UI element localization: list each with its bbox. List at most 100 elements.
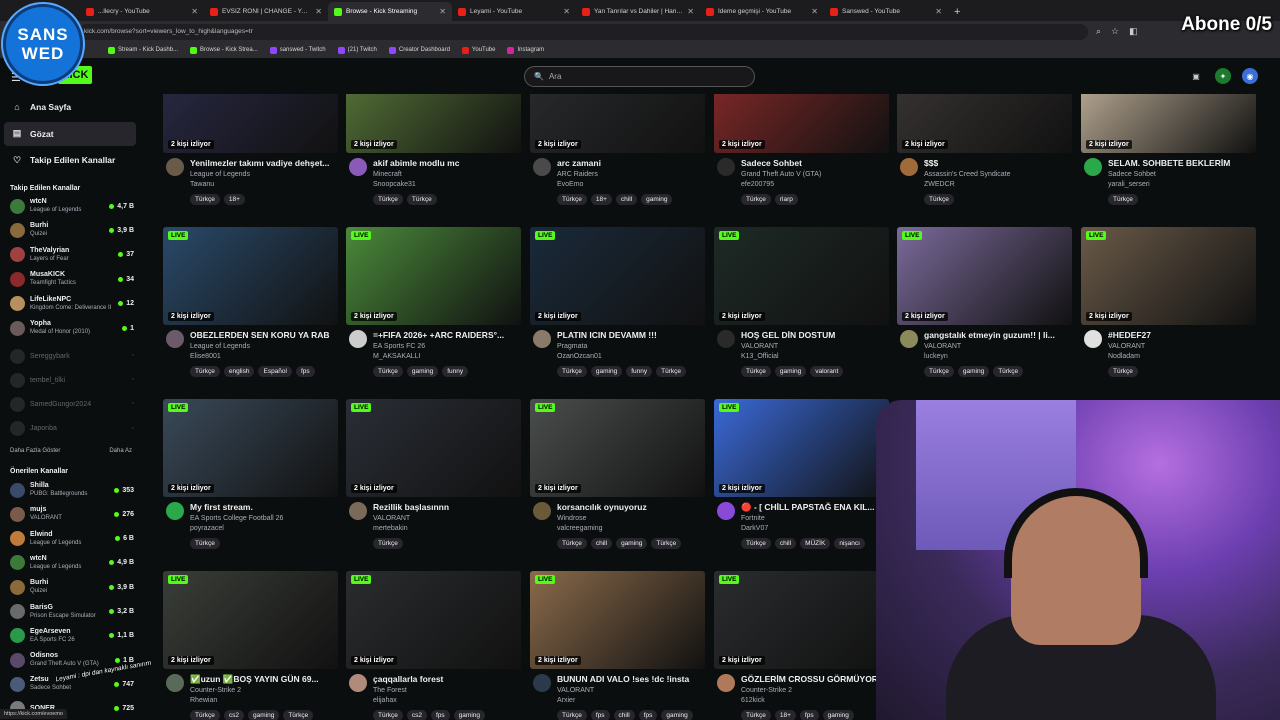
streamer-avatar[interactable] (349, 674, 367, 692)
stream-thumbnail[interactable]: LIVE 2 kişi izliyor (530, 227, 705, 325)
stream-tag[interactable]: gaming (957, 366, 990, 377)
bookmark-item[interactable]: sanswed - Twitch (269, 46, 326, 54)
sidebar-channel[interactable]: wtcN League of Legends 4,7 B (10, 195, 134, 217)
close-tab-icon[interactable]: ✕ (563, 7, 570, 16)
streamer-name[interactable]: 612kick (741, 697, 765, 704)
stream-tag[interactable]: Türkçe (1108, 194, 1138, 205)
streamer-avatar[interactable] (166, 502, 184, 520)
stream-thumbnail[interactable]: LIVE 2 kişi izliyor (163, 571, 338, 669)
browser-tab[interactable]: Leyami - YouTube ✕ (452, 2, 576, 21)
streamer-avatar[interactable] (1084, 158, 1102, 176)
stream-category[interactable]: Grand Theft Auto V (GTA) (741, 171, 821, 178)
stream-title[interactable]: 🔴 - [ CHİLL PAPSTAĞ ENA KIL... (741, 502, 889, 513)
streamer-avatar[interactable] (717, 330, 735, 348)
sidebar-channel[interactable]: BarisG Prison Escape Simulator 3,2 B (10, 601, 134, 623)
streamer-name[interactable]: DarkV07 (741, 525, 768, 532)
stream-tag[interactable]: gaming (661, 710, 693, 720)
extension-icon[interactable]: ◧ (1129, 26, 1138, 37)
stream-title[interactable]: ✅uzun ✅BOŞ YAYIN GÜN 69... (190, 674, 338, 685)
stream-category[interactable]: ARC Raiders (557, 171, 598, 178)
stream-thumbnail[interactable]: LIVE 2 kişi izliyor (714, 399, 889, 497)
url-field[interactable]: kick.com/browse?sort=viewers_low_to_high… (78, 23, 1088, 40)
stream-category[interactable]: League of Legends (190, 343, 250, 350)
stream-title[interactable]: çaqqallarla forest (373, 674, 521, 684)
stream-tag[interactable]: gaming (248, 710, 280, 720)
stream-card[interactable]: LIVE 2 kişi izliyor OBEZLERDEN SEN KORU YA… (163, 227, 338, 391)
new-tab-icon[interactable]: + (948, 6, 966, 21)
stream-tag[interactable]: Türkçe (190, 194, 220, 205)
stream-tag[interactable]: MÜZİK (800, 538, 831, 549)
streamer-name[interactable]: poyrazacel (190, 525, 224, 532)
stream-tag[interactable]: chill (615, 194, 638, 205)
close-tab-icon[interactable]: ✕ (935, 7, 942, 16)
stream-tag[interactable]: fps (590, 710, 610, 720)
stream-title[interactable]: =+FIFA 2026+ +ARC RAIDERS°... (373, 330, 521, 340)
streamer-name[interactable]: mertebakin (373, 525, 408, 532)
sidebar-channel[interactable]: wtcN League of Legends 4,9 B (10, 552, 134, 574)
stream-tag[interactable]: cs2 (223, 710, 244, 720)
browser-tab[interactable]: Sanswed - YouTube ✕ (824, 2, 948, 21)
stream-tag[interactable]: gaming (774, 366, 807, 377)
streamer-avatar[interactable] (533, 158, 551, 176)
stream-card[interactable]: LIVE 2 kişi izliyor ✅uzun ✅BOŞ YAYIN GÜN 6… (163, 571, 338, 720)
stream-card[interactable]: LIVE 2 kişi izliyor Rezillik başlasınnn VAL… (346, 399, 521, 563)
streamer-name[interactable]: Elise8001 (190, 353, 221, 360)
stream-thumbnail[interactable]: LIVE 2 kişi izliyor (897, 227, 1072, 325)
streamer-avatar[interactable] (166, 330, 184, 348)
stream-tag[interactable]: 18+ (223, 194, 245, 205)
streamer-avatar[interactable] (166, 158, 184, 176)
stream-tag[interactable]: Türkçe (406, 194, 437, 205)
sidebar-channel[interactable]: Elwind League of Legends 6 B (10, 528, 134, 550)
streamer-avatar[interactable] (1084, 330, 1102, 348)
stream-tag[interactable]: Türkçe (741, 710, 771, 720)
stream-tag[interactable]: Türkçe (741, 366, 771, 377)
stream-tag[interactable]: Türkçe (651, 538, 682, 549)
streamer-name[interactable]: EvoEmo (557, 181, 583, 188)
stream-tag[interactable]: Türkçe (190, 538, 220, 549)
stream-card[interactable]: LIVE 2 kişi izliyor BUNUN ADI VALO !ses !d… (530, 571, 705, 720)
stream-title[interactable]: akif abimle modlu mc (373, 158, 521, 168)
close-tab-icon[interactable]: ✕ (191, 7, 198, 16)
streamer-avatar[interactable] (533, 502, 551, 520)
streamer-avatar[interactable] (533, 330, 551, 348)
offline-channel[interactable]: Sereggybark ◔ (10, 345, 134, 367)
stream-tag[interactable]: Türkçe (190, 366, 220, 377)
streamer-name[interactable]: ZWEDCR (924, 181, 955, 188)
stream-tag[interactable]: Türkçe (557, 366, 587, 377)
bookmark-item[interactable]: Browse - Kick Strea... (190, 46, 258, 54)
stream-tag[interactable]: fps (431, 710, 450, 720)
stream-tag[interactable]: gaming (641, 194, 673, 205)
streamer-avatar[interactable] (533, 674, 551, 692)
stream-title[interactable]: Sadece Sohbet (741, 158, 889, 168)
stream-category[interactable]: VALORANT (924, 343, 961, 350)
stream-tag[interactable]: Türkçe (373, 710, 403, 720)
stream-tag[interactable]: Türkçe (557, 538, 587, 549)
stream-tag[interactable]: gaming (406, 366, 439, 377)
stream-tag[interactable]: valorant (810, 366, 844, 377)
stream-title[interactable]: PLATIN ICIN DEVAMM !!! (557, 330, 705, 340)
stream-tag[interactable]: rlarp (774, 194, 798, 205)
stream-category[interactable]: Pragmata (557, 343, 587, 350)
stream-tag[interactable]: gaming (616, 538, 648, 549)
browser-tab[interactable]: EVSİZ RONİ | CHANGE - YouTub...✕ (204, 2, 328, 21)
sidebar-channel[interactable]: Shilla PUBG: Battlegrounds 353 (10, 479, 134, 501)
stream-tag[interactable]: chill (613, 710, 635, 720)
bookmark-item[interactable]: Instagram (507, 46, 544, 54)
streamer-name[interactable]: efe200795 (741, 181, 774, 188)
stream-thumbnail[interactable]: LIVE 2 kişi izliyor (714, 571, 889, 669)
stream-category[interactable]: VALORANT (1108, 343, 1145, 350)
bookmark-item[interactable]: (21) Twitch (337, 46, 377, 54)
stream-tag[interactable]: fps (295, 366, 315, 377)
stream-category[interactable]: Counter-Strike 2 (190, 687, 241, 694)
stream-category[interactable]: VALORANT (557, 687, 594, 694)
show-more-button[interactable]: Daha Fazla Göster (10, 448, 60, 454)
stream-tag[interactable]: Türkçe (924, 366, 954, 377)
stream-card[interactable]: LIVE 2 kişi izliyor HOŞ GEL DİN DOSTUM VALO… (714, 227, 889, 391)
stream-card[interactable]: LIVE 2 kişi izliyor #HEDEF27 VALORANT Nodlad… (1081, 227, 1256, 391)
stream-title[interactable]: #HEDEF27 (1108, 330, 1256, 340)
stream-tag[interactable]: gaming (822, 710, 854, 720)
stream-card[interactable]: LIVE 2 kişi izliyor çaqqallarla forest The … (346, 571, 521, 720)
stream-tag[interactable]: Türkçe (741, 538, 771, 549)
stream-manager-icon[interactable]: ▣ (1188, 68, 1204, 84)
stream-thumbnail[interactable]: LIVE 2 kişi izliyor (346, 399, 521, 497)
